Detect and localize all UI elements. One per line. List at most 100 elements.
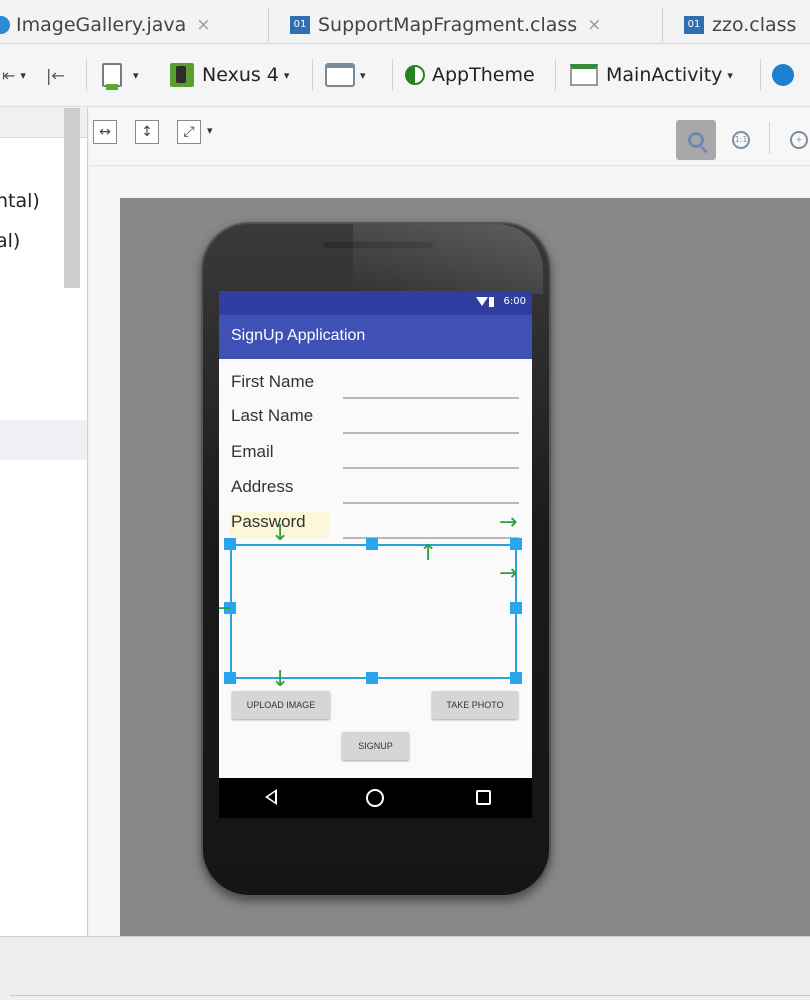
theme-icon <box>405 65 425 85</box>
battery-icon <box>489 297 494 307</box>
palette-item[interactable]: al) <box>0 230 20 252</box>
activity-label: MainActivity <box>606 64 723 86</box>
resize-handle[interactable] <box>366 672 378 684</box>
address-underline <box>343 502 519 504</box>
device-config-dropdown[interactable]: ▾ <box>102 57 139 93</box>
close-icon[interactable]: × <box>587 15 601 35</box>
last-name-underline <box>343 432 519 434</box>
palette-row-selected[interactable] <box>0 420 87 460</box>
upload-image-button[interactable]: UPLOAD IMAGE <box>232 691 330 719</box>
device-config-icon <box>102 63 122 90</box>
resize-handle[interactable] <box>366 538 378 550</box>
chevron-down-icon: ▾ <box>360 68 366 82</box>
selected-imageview[interactable] <box>230 544 517 679</box>
password-label[interactable]: Password <box>231 512 306 532</box>
layout-direction-button[interactable]: |← <box>46 57 65 93</box>
address-field[interactable] <box>343 476 519 502</box>
resize-handle[interactable] <box>224 538 236 550</box>
app-title: SignUp Application <box>231 327 366 344</box>
first-name-underline <box>343 397 519 399</box>
palette-panel: ntal) al) <box>0 108 88 936</box>
tab-label: SupportMapFragment.class <box>318 14 578 36</box>
chevron-down-icon: ▾ <box>133 68 139 82</box>
constraint-arrow-right-icon: → <box>499 561 518 586</box>
zoom-in-button[interactable]: + <box>779 120 810 160</box>
email-field[interactable] <box>343 441 519 467</box>
design-surface-toolbar: ↔ ↕ ⤢ ▾ 1:1 + <box>89 108 810 166</box>
toolbar-divider <box>86 59 87 91</box>
panel-scrollbar[interactable] <box>64 108 80 288</box>
tab-zzo[interactable]: 01 zzo.class <box>684 6 796 43</box>
layout-direction-icon: |← <box>46 65 65 85</box>
phone-gloss <box>353 224 543 294</box>
status-time: 6:00 <box>503 296 526 307</box>
zoom-in-icon: + <box>790 131 808 149</box>
editor-bottom-bar <box>0 936 810 1000</box>
device-selector[interactable]: Nexus 4 ▾ <box>170 57 289 93</box>
locale-dropdown[interactable] <box>772 57 794 93</box>
first-name-field[interactable] <box>343 371 519 397</box>
take-photo-button[interactable]: TAKE PHOTO <box>432 691 518 719</box>
activity-selector[interactable]: MainActivity ▾ <box>570 57 733 93</box>
password-field[interactable] <box>343 511 519 537</box>
class-file-icon: 01 <box>684 16 704 34</box>
tab-divider <box>662 8 663 42</box>
home-icon[interactable] <box>366 789 384 807</box>
java-file-icon <box>0 16 10 34</box>
last-name-label[interactable]: Last Name <box>231 406 313 426</box>
status-icons <box>476 297 494 307</box>
zoom-to-fit-button[interactable] <box>676 120 716 160</box>
zoom-actual-icon: 1:1 <box>732 131 750 149</box>
constraint-arrow-down-icon: ↓ <box>271 521 290 546</box>
first-name-label[interactable]: First Name <box>231 372 314 392</box>
zoom-actual-size-button[interactable]: 1:1 <box>721 120 761 160</box>
class-file-icon: 01 <box>290 16 310 34</box>
toolbar-divider <box>312 59 313 91</box>
resize-icon[interactable]: ⤢ <box>177 120 201 144</box>
toolbar-divider <box>392 59 393 91</box>
toolbar-divider <box>555 59 556 91</box>
resize-handle[interactable] <box>510 602 522 614</box>
tab-support-map-fragment[interactable]: 01 SupportMapFragment.class × <box>290 6 601 43</box>
toolbar-divider <box>769 122 770 154</box>
device-screen[interactable]: 6:00 SignUp Application First Name Last … <box>219 291 532 818</box>
resize-handle[interactable] <box>224 672 236 684</box>
email-label[interactable]: Email <box>231 442 274 462</box>
chevron-down-icon: ▾ <box>727 68 733 82</box>
theme-label: AppTheme <box>432 64 535 86</box>
chevron-down-icon: ▾ <box>283 68 290 82</box>
expand-vertical-icon[interactable]: ↕ <box>135 120 159 144</box>
android-status-bar: 6:00 <box>219 291 532 315</box>
palette-item[interactable]: ntal) <box>0 190 40 212</box>
globe-icon <box>772 64 794 86</box>
orientation-icon <box>325 63 355 87</box>
expand-horizontal-icon[interactable]: ↔ <box>93 120 117 144</box>
back-icon[interactable] <box>265 789 277 805</box>
last-name-field[interactable] <box>343 405 519 431</box>
chevron-down-icon[interactable]: ▾ <box>207 124 213 137</box>
resize-handle[interactable] <box>510 672 522 684</box>
constraint-arrow-right-icon: → <box>499 510 518 535</box>
nexus-device-icon <box>170 63 194 87</box>
address-label[interactable]: Address <box>231 477 293 497</box>
constraint-arrow-up-icon: ↑ <box>419 541 438 566</box>
bottom-divider <box>10 995 810 996</box>
layout-editor-toolbar: ⇤ ▾ |← ▾ Nexus 4 ▾ ▾ AppTheme MainActivit… <box>0 45 810 107</box>
constraint-arrow-left-icon: ← <box>219 596 232 621</box>
editor-tab-bar: ImageGallery.java × 01 SupportMapFragmen… <box>0 0 810 44</box>
signup-button[interactable]: SIGNUP <box>342 732 409 760</box>
wifi-icon <box>476 297 488 306</box>
device-label: Nexus 4 <box>202 64 279 86</box>
align-icon: ⇤ <box>2 65 16 85</box>
app-bar[interactable]: SignUp Application <box>219 315 532 359</box>
close-icon[interactable]: × <box>196 15 210 35</box>
chevron-down-icon: ▾ <box>20 68 26 82</box>
align-dropdown[interactable]: ⇤ ▾ <box>2 57 26 93</box>
tab-image-gallery[interactable]: ImageGallery.java × <box>0 6 211 43</box>
theme-selector[interactable]: AppTheme <box>405 57 535 93</box>
tab-divider <box>268 8 269 42</box>
recent-apps-icon[interactable] <box>476 790 491 805</box>
constraint-arrow-down-icon: ↓ <box>271 667 290 692</box>
orientation-dropdown[interactable]: ▾ <box>325 57 366 93</box>
resize-handle[interactable] <box>510 538 522 550</box>
